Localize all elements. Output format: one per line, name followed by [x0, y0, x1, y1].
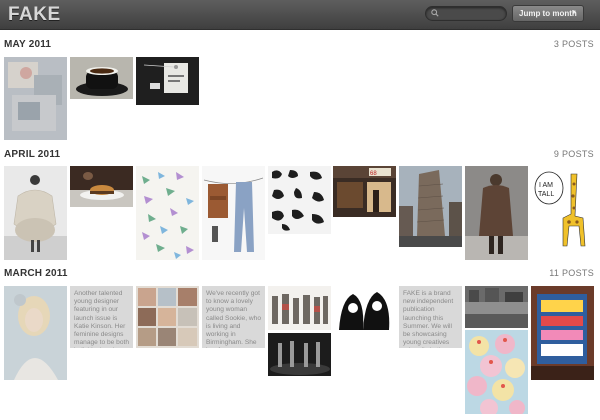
text-post-sookie[interactable]: We've recently got to know a lovely youn… — [202, 286, 265, 348]
thumb-clothes-on-line[interactable] — [202, 166, 265, 260]
thumb-flatiron-building[interactable] — [399, 166, 462, 247]
thumb-black-shapes-print[interactable] — [268, 166, 331, 234]
search-box[interactable] — [425, 6, 507, 21]
thumb-white-sculptural-dress[interactable] — [4, 166, 67, 260]
section-month: MARCH 2011 — [4, 268, 68, 279]
section-header-may-2011: MAY 2011 3 POSTS — [4, 39, 594, 53]
section-post-count: 3 POSTS — [553, 39, 594, 49]
thumb-bakery-sign[interactable] — [531, 286, 594, 380]
thumb-black-white-illustration[interactable] — [333, 286, 396, 330]
site-logo[interactable]: FAKE — [8, 4, 61, 26]
thumb-coffee-cup[interactable] — [70, 57, 133, 99]
thumb-clothing-grid[interactable] — [136, 286, 199, 348]
text-post-katie-kinson[interactable]: Another talented young designer featurin… — [70, 286, 133, 348]
section-month: MAY 2011 — [4, 39, 52, 50]
thumb-cafe-storefront[interactable]: 68 — [333, 166, 396, 217]
thumb-city-street-photo[interactable] — [465, 286, 528, 328]
section-header-april-2011: APRIL 2011 9 POSTS — [4, 149, 594, 163]
section-month: APRIL 2011 — [4, 149, 61, 160]
top-bar: FAKE Jump to month ▼ — [0, 0, 600, 30]
section-post-count: 11 POSTS — [549, 268, 594, 278]
thumb-bird-print-pattern[interactable] — [136, 166, 199, 260]
svg-text:I AM: I AM — [539, 182, 553, 189]
thumb-dark-stage-performance[interactable] — [268, 333, 331, 376]
thumb-tag-label[interactable] — [136, 57, 199, 105]
thumb-fur-coat-figure[interactable] — [465, 166, 528, 260]
jump-to-month-label: Jump to month — [519, 9, 577, 18]
thumb-blonde-woman-portrait[interactable] — [4, 286, 67, 380]
section-header-march-2011: MARCH 2011 11 POSTS — [4, 268, 594, 282]
svg-text:68: 68 — [370, 171, 377, 177]
text-post-fake-launch[interactable]: FAKE is a brand new independent publicat… — [399, 286, 462, 348]
chevron-down-icon: ▼ — [571, 10, 577, 16]
thumb-burger-plate[interactable] — [70, 166, 133, 207]
svg-text:TALL: TALL — [538, 191, 554, 198]
thumb-photo-collage[interactable] — [4, 57, 67, 140]
thumb-giraffe-illustration[interactable]: I AM TALL — [531, 166, 594, 250]
jump-to-month-button[interactable]: Jump to month ▼ — [512, 5, 584, 22]
search-icon — [431, 9, 439, 17]
search-input[interactable] — [442, 8, 504, 19]
section-post-count: 9 POSTS — [553, 149, 594, 159]
thumb-cupcakes[interactable] — [465, 330, 528, 414]
thumb-fashion-line-up[interactable] — [268, 286, 331, 330]
